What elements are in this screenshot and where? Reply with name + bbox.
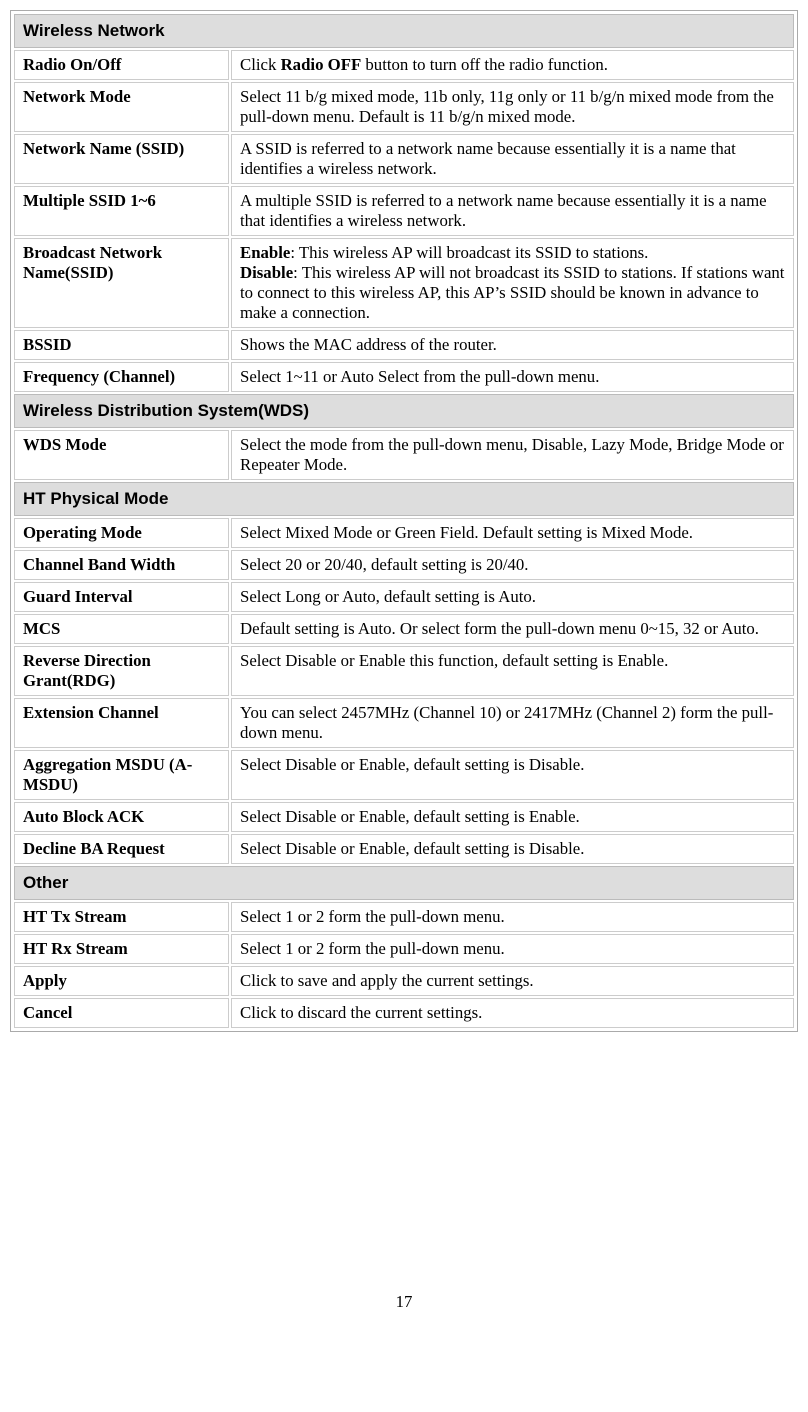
table-row: Network Name (SSID) A SSID is referred t… <box>14 134 794 184</box>
desc-bold: Radio OFF <box>281 55 362 74</box>
param-label: Decline BA Request <box>14 834 229 864</box>
param-desc: Click to discard the current settings. <box>231 998 794 1028</box>
table-row: Network Mode Select 11 b/g mixed mode, 1… <box>14 82 794 132</box>
table-row: MCS Default setting is Auto. Or select f… <box>14 614 794 644</box>
table-row: Apply Click to save and apply the curren… <box>14 966 794 996</box>
table-row: Radio On/Off Click Radio OFF button to t… <box>14 50 794 80</box>
param-label: Guard Interval <box>14 582 229 612</box>
param-desc: Select Disable or Enable, default settin… <box>231 802 794 832</box>
enable-text: : This wireless AP will broadcast its SS… <box>290 243 648 262</box>
param-desc: Select 20 or 20/40, default setting is 2… <box>231 550 794 580</box>
param-desc: Select Disable or Enable this function, … <box>231 646 794 696</box>
param-desc: Enable: This wireless AP will broadcast … <box>231 238 794 328</box>
table-row: Broadcast Network Name(SSID) Enable: Thi… <box>14 238 794 328</box>
table-container: Wireless Network Radio On/Off Click Radi… <box>10 10 798 1032</box>
section-header: Wireless Network <box>14 14 794 48</box>
param-label: WDS Mode <box>14 430 229 480</box>
param-label: Broadcast Network Name(SSID) <box>14 238 229 328</box>
param-label: HT Tx Stream <box>14 902 229 932</box>
param-label: Cancel <box>14 998 229 1028</box>
param-label: Frequency (Channel) <box>14 362 229 392</box>
param-label: Network Mode <box>14 82 229 132</box>
param-label: Network Name (SSID) <box>14 134 229 184</box>
param-desc: Default setting is Auto. Or select form … <box>231 614 794 644</box>
table-row: WDS Mode Select the mode from the pull-d… <box>14 430 794 480</box>
param-label: Extension Channel <box>14 698 229 748</box>
desc-text: Click <box>240 55 281 74</box>
param-desc: Select the mode from the pull-down menu,… <box>231 430 794 480</box>
disable-label: Disable <box>240 263 293 282</box>
param-desc: Select 11 b/g mixed mode, 11b only, 11g … <box>231 82 794 132</box>
section-header: HT Physical Mode <box>14 482 794 516</box>
disable-text: : This wireless AP will not broadcast it… <box>240 263 784 322</box>
param-desc: Click Radio OFF button to turn off the r… <box>231 50 794 80</box>
param-desc: A SSID is referred to a network name bec… <box>231 134 794 184</box>
param-desc: Click to save and apply the current sett… <box>231 966 794 996</box>
table-row: Guard Interval Select Long or Auto, defa… <box>14 582 794 612</box>
param-label: Multiple SSID 1~6 <box>14 186 229 236</box>
param-label: Aggregation MSDU (A-MSDU) <box>14 750 229 800</box>
table-row: HT Tx Stream Select 1 or 2 form the pull… <box>14 902 794 932</box>
param-label: Radio On/Off <box>14 50 229 80</box>
param-desc: Select 1~11 or Auto Select from the pull… <box>231 362 794 392</box>
param-desc: Select Disable or Enable, default settin… <box>231 750 794 800</box>
param-desc: Select Mixed Mode or Green Field. Defaul… <box>231 518 794 548</box>
param-desc: You can select 2457MHz (Channel 10) or 2… <box>231 698 794 748</box>
table-row: Reverse Direction Grant(RDG) Select Disa… <box>14 646 794 696</box>
param-desc: Select Long or Auto, default setting is … <box>231 582 794 612</box>
param-label: Reverse Direction Grant(RDG) <box>14 646 229 696</box>
table-row: Auto Block ACK Select Disable or Enable,… <box>14 802 794 832</box>
param-label: Operating Mode <box>14 518 229 548</box>
table-row: Channel Band Width Select 20 or 20/40, d… <box>14 550 794 580</box>
table-row: BSSID Shows the MAC address of the route… <box>14 330 794 360</box>
param-desc: Select Disable or Enable, default settin… <box>231 834 794 864</box>
table-row: Decline BA Request Select Disable or Ena… <box>14 834 794 864</box>
param-label: Channel Band Width <box>14 550 229 580</box>
table-row: HT Rx Stream Select 1 or 2 form the pull… <box>14 934 794 964</box>
table-row: Cancel Click to discard the current sett… <box>14 998 794 1028</box>
param-label: MCS <box>14 614 229 644</box>
param-desc: Shows the MAC address of the router. <box>231 330 794 360</box>
table-row: Operating Mode Select Mixed Mode or Gree… <box>14 518 794 548</box>
page-number: 17 <box>10 1292 798 1332</box>
section-header: Other <box>14 866 794 900</box>
desc-text: button to turn off the radio function. <box>361 55 608 74</box>
param-desc: Select 1 or 2 form the pull-down menu. <box>231 902 794 932</box>
table-row: Frequency (Channel) Select 1~11 or Auto … <box>14 362 794 392</box>
param-desc: A multiple SSID is referred to a network… <box>231 186 794 236</box>
param-label: Auto Block ACK <box>14 802 229 832</box>
table-row: Aggregation MSDU (A-MSDU) Select Disable… <box>14 750 794 800</box>
section-header: Wireless Distribution System(WDS) <box>14 394 794 428</box>
enable-label: Enable <box>240 243 290 262</box>
table-row: Multiple SSID 1~6 A multiple SSID is ref… <box>14 186 794 236</box>
settings-table: Wireless Network Radio On/Off Click Radi… <box>12 12 796 1030</box>
param-desc: Select 1 or 2 form the pull-down menu. <box>231 934 794 964</box>
param-label: Apply <box>14 966 229 996</box>
param-label: BSSID <box>14 330 229 360</box>
table-row: Extension Channel You can select 2457MHz… <box>14 698 794 748</box>
param-label: HT Rx Stream <box>14 934 229 964</box>
